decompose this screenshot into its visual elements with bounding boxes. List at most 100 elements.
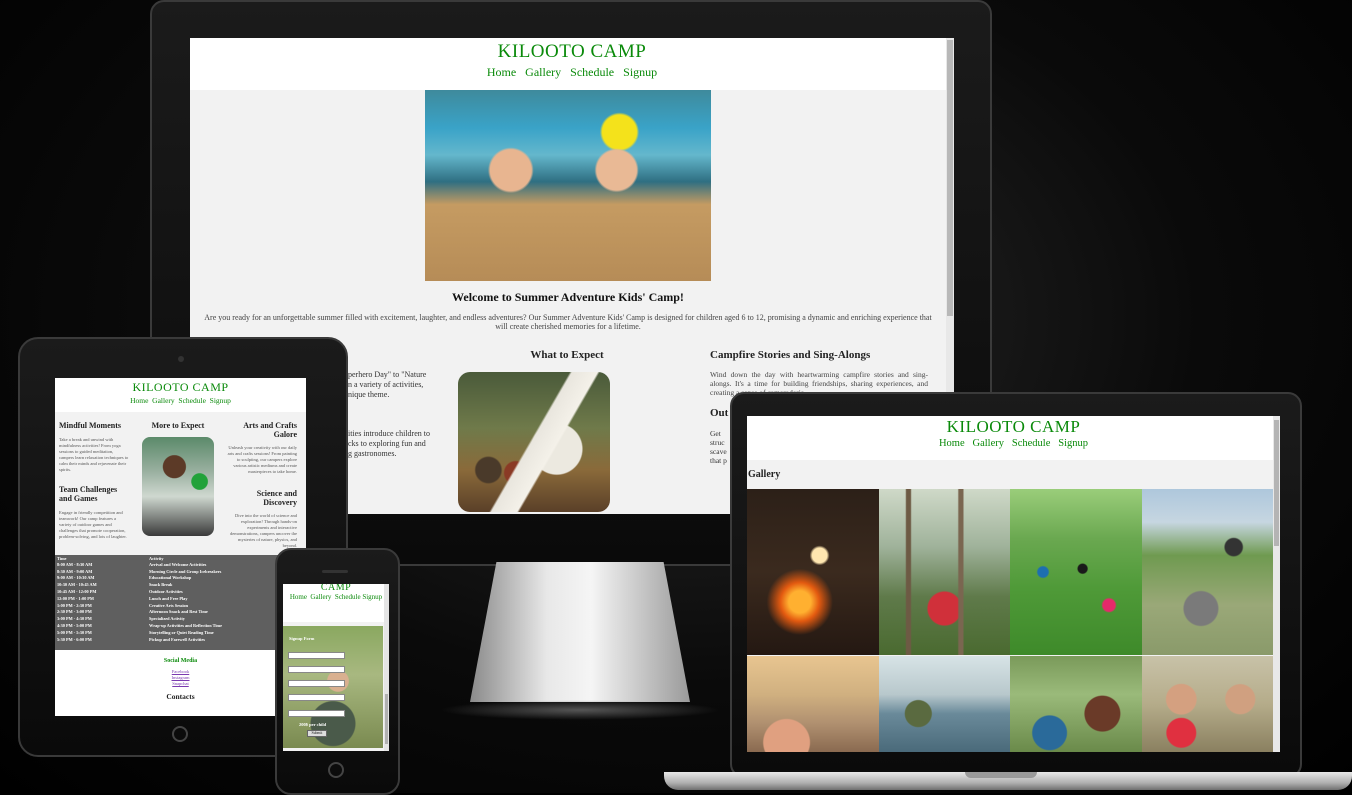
desktop-right-frag-3: scave [710,447,727,456]
tablet-arts-text: Unleash your creativity with our daily a… [227,445,297,474]
tablet-nav-gallery[interactable]: Gallery [152,396,175,405]
desktop-header: KILOOTO CAMP Home Gallery Schedule Signu… [190,38,954,90]
age-input[interactable] [288,694,345,701]
schedule-time: 9:00 AM - 10:30 AM [57,575,95,581]
tablet-science-heading: Science and Discovery [256,489,297,507]
desktop-scrollbar-thumb[interactable] [947,40,953,316]
phone-scrollbar-thumb[interactable] [385,694,388,744]
desktop-left-text-6: g gastronomes. [348,449,397,458]
table-row: 12:00 PM - 1:00 PM Lunch and Free Play [55,595,306,602]
email-input[interactable] [288,666,345,673]
phone-speaker [322,570,348,573]
facebook-link[interactable]: Facebook [172,669,190,674]
desktop-nav-home[interactable]: Home [487,65,516,79]
tablet-schedule-table: Time Activity 8:00 AM - 8:30 AM Arrival a… [55,555,306,650]
session-input[interactable] [288,710,345,717]
phone-signup-form: Signup Form 200$ per child Submit [283,626,383,748]
gallery-image-smiling-kids[interactable] [1142,656,1273,752]
desktop-nav-schedule[interactable]: Schedule [570,65,614,79]
desktop-nav-gallery[interactable]: Gallery [525,65,561,79]
phone-home-button[interactable] [328,762,344,778]
table-row: 4:30 PM - 5:00 PM Wrap-up Activities and … [55,622,306,629]
tablet-arts-heading: Arts and Crafts Galore [243,421,297,439]
desktop-outdoor-heading: Out [710,407,729,419]
laptop-header: KILOOTO CAMP Home Gallery Schedule Signu… [747,416,1280,460]
price-text: 200$ per child [299,722,327,727]
tablet-footer: Social Media Facebook Instagram Snapchat… [55,650,306,716]
laptop-site-title: KILOOTO CAMP [946,417,1081,436]
laptop-scrollbar-thumb[interactable] [1274,420,1279,546]
gallery-image-campfire[interactable] [747,489,879,655]
laptop-screen: KILOOTO CAMP Home Gallery Schedule Signu… [747,416,1280,752]
desktop-stand [470,562,690,702]
desktop-campfire-heading: Campfire Stories and Sing-Alongs [710,349,871,361]
phone-input[interactable] [288,680,345,687]
desktop-tent-image [458,372,610,512]
laptop-nav: Home Gallery Schedule Signup [747,438,1280,449]
phone-nav-gallery[interactable]: Gallery [310,593,331,601]
table-row: 8:00 AM - 8:30 AM Arrival and Welcome Act… [55,561,306,568]
desktop-left-text-5: cks to exploring fun and [348,439,426,448]
schedule-time: 5:30 PM - 6:00 PM [57,636,92,642]
laptop-nav-schedule[interactable]: Schedule [1012,438,1051,449]
desktop-site-title: KILOOTO CAMP [497,41,647,62]
tablet-more-heading: More to Expect [151,421,205,430]
schedule-time: 8:00 AM - 8:30 AM [57,561,93,567]
gallery-heading: Gallery [748,469,781,480]
desktop-left-text-3: nique theme. [348,390,390,399]
phone-nav-signup[interactable]: Signup [362,593,382,601]
phone-header: CAMP Home Gallery Schedule Signup [283,584,389,622]
table-row: 5:00 PM - 5:30 PM Storytelling or Quiet R… [55,629,306,636]
schedule-time: 8:30 AM - 9:00 AM [57,568,93,574]
gallery-image-group-circle[interactable] [1142,489,1273,655]
tablet-home-button[interactable] [172,726,188,742]
schedule-time: 5:00 PM - 5:30 PM [57,629,92,635]
desktop-left-text-4: ities introduce children to [348,429,430,438]
phone-screen: CAMP Home Gallery Schedule Signup Signup… [283,584,389,751]
desktop-hero-image [425,90,711,281]
desktop-welcome-heading: Welcome to Summer Adventure Kids' Camp! [452,290,684,304]
laptop-nav-signup[interactable]: Signup [1058,438,1088,449]
phone-nav-schedule[interactable]: Schedule [335,593,361,601]
gallery-image-field-games[interactable] [1010,489,1142,655]
tablet-contacts-heading: Contacts [166,692,195,701]
gallery-image-fishing[interactable] [879,656,1010,752]
tablet-site-title: KILOOTO CAMP [132,380,229,394]
submit-button[interactable]: Submit [307,730,327,737]
tablet-mindful-heading: Mindful Moments [59,421,121,430]
table-row: 8:30 AM - 9:00 AM Morning Circle and Grou… [55,568,306,575]
tablet-nav-home[interactable]: Home [130,396,148,405]
tablet-header: KILOOTO CAMP Home Gallery Schedule Signu… [55,378,306,412]
desktop-nav: Home Gallery Schedule Signup [190,65,954,80]
phone-form-heading: Signup Form [289,636,315,641]
schedule-time: 1:00 PM - 2:30 PM [57,602,92,608]
phone-nav-home[interactable]: Home [290,593,307,601]
gallery-image-forest-tent[interactable] [879,489,1010,655]
desktop-left-text-1: perhero Day" to "Nature [348,370,427,379]
phone-site-title: CAMP [320,584,352,593]
tablet-team-heading: Team Challenges and Games [59,485,118,503]
tablet-screen: KILOOTO CAMP Home Gallery Schedule Signu… [55,378,306,716]
schedule-time: 10:45 AM - 12:00 PM [57,589,97,595]
schedule-time: 3:00 PM - 4:30 PM [57,616,92,622]
gallery-image-kids-lake[interactable] [747,656,879,752]
desktop-stand-shadow [440,700,720,720]
laptop-nav-home[interactable]: Home [939,438,965,449]
gallery-image-friends[interactable] [1010,656,1142,752]
tablet-science-text: Dive into the world of science and explo… [230,513,297,548]
desktop-welcome-text: Are you ready for an unforgettable summe… [204,313,932,331]
table-row: 2:30 PM - 3:00 PM Afternoon Snack and Res… [55,609,306,616]
table-row: 5:30 PM - 6:00 PM Pickup and Farewell Act… [55,636,306,643]
table-row: 3:00 PM - 4:30 PM Specialized Activity [55,615,306,622]
laptop-trackpad-notch [965,772,1037,778]
name-input[interactable] [288,652,345,659]
snapchat-link[interactable]: Snapchat [172,681,189,686]
tablet-nav-signup[interactable]: Signup [210,396,231,405]
table-row: 10:30 AM - 10:45 AM Snack Break [55,581,306,588]
tablet-nav-schedule[interactable]: Schedule [178,396,206,405]
tablet-social-links: Facebook Instagram Snapchat [55,669,306,687]
tablet-camera [178,356,184,362]
desktop-nav-signup[interactable]: Signup [623,65,657,79]
instagram-link[interactable]: Instagram [172,675,190,680]
laptop-nav-gallery[interactable]: Gallery [973,438,1005,449]
